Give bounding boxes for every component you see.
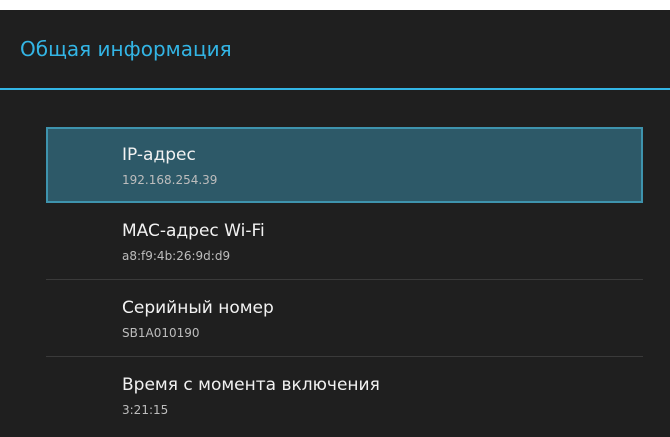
page-title: Общая информация (20, 37, 232, 61)
uptime-value: 3:21:15 (122, 403, 169, 417)
ip-address-label: IP-адрес (122, 145, 196, 165)
header: Общая информация (0, 10, 670, 88)
wifi-mac-label: MAC-адрес Wi-Fi (122, 221, 265, 241)
list-item-uptime[interactable]: Время с момента включения 3:21:15 (46, 357, 643, 433)
info-list: IP-адрес 192.168.254.39 MAC-адрес Wi-Fi … (46, 127, 643, 433)
list-item-ip-address[interactable]: IP-адрес 192.168.254.39 (46, 127, 643, 203)
ip-address-value: 192.168.254.39 (122, 173, 218, 187)
uptime-label: Время с момента включения (122, 375, 380, 395)
list-item-serial-number[interactable]: Серийный номер SB1A010190 (46, 280, 643, 356)
wifi-mac-value: a8:f9:4b:26:9d:d9 (122, 249, 231, 263)
serial-number-value: SB1A010190 (122, 326, 200, 340)
settings-screen: Общая информация IP-адрес 192.168.254.39… (0, 10, 670, 437)
list-item-wifi-mac[interactable]: MAC-адрес Wi-Fi a8:f9:4b:26:9d:d9 (46, 203, 643, 279)
serial-number-label: Серийный номер (122, 298, 274, 318)
header-divider (0, 88, 670, 90)
